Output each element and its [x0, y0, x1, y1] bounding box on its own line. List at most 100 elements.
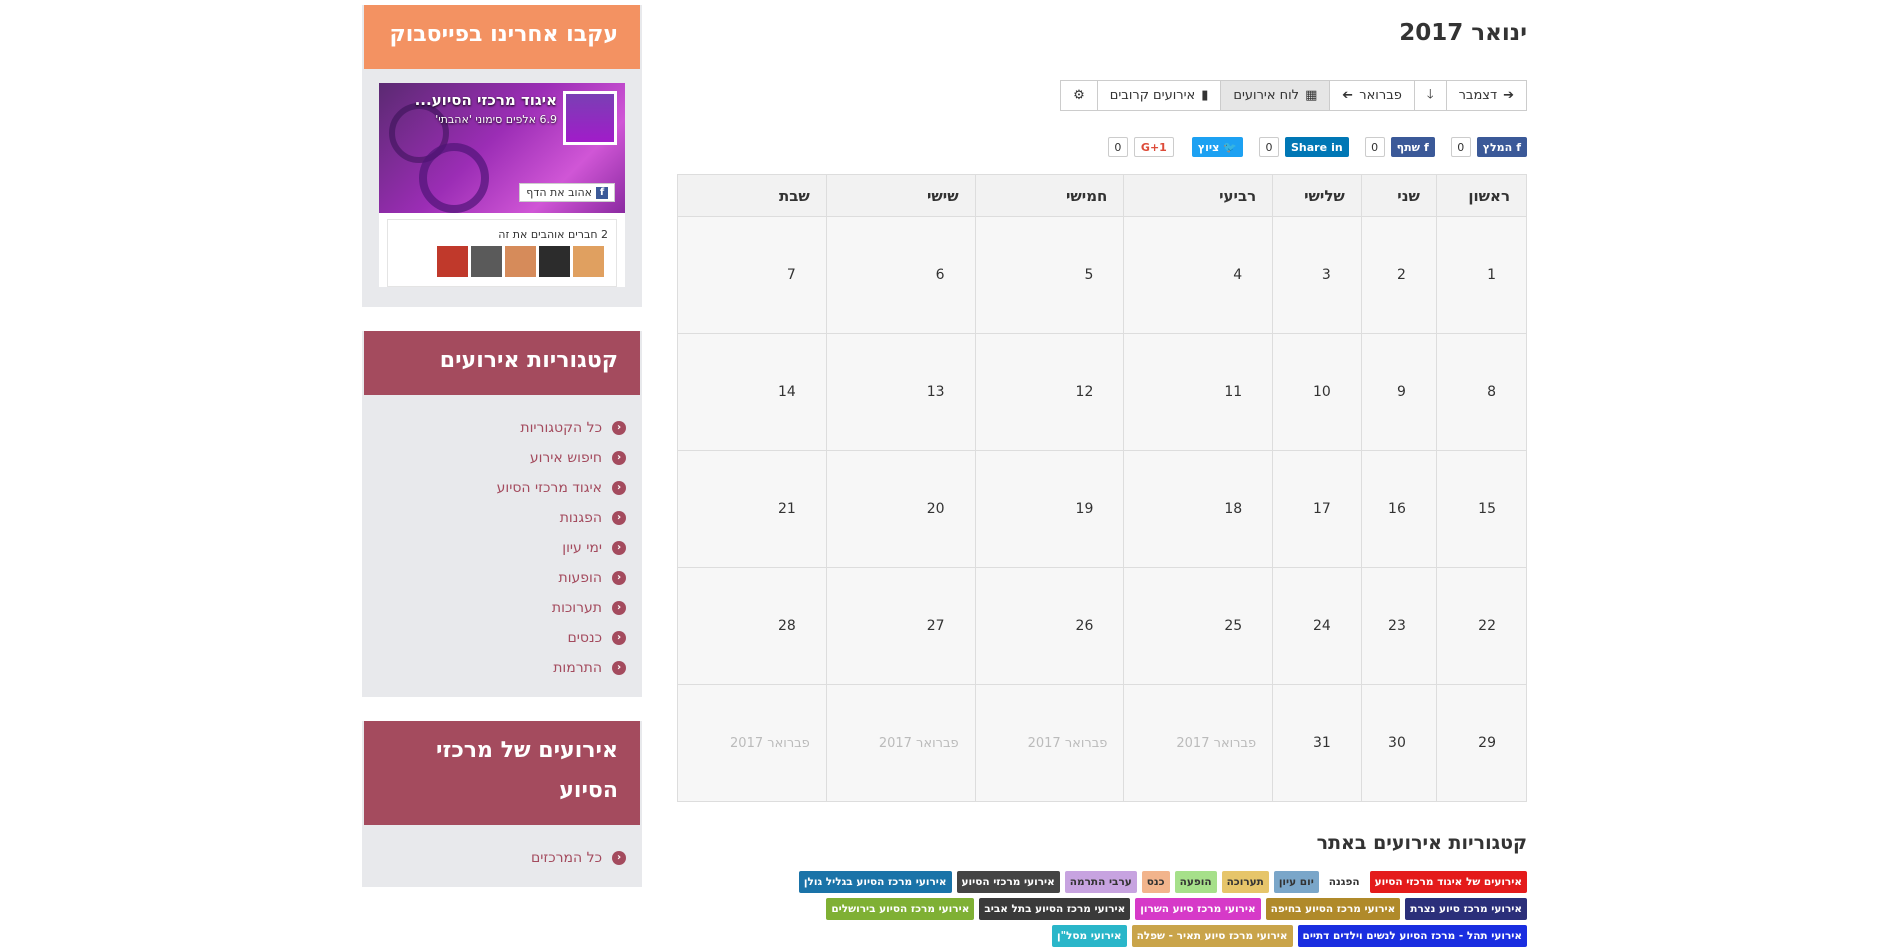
- category-tag[interactable]: אירועי מרכז הסיוע בגליל גולן: [798, 871, 952, 893]
- facebook-cover-image[interactable]: איגוד מרכזי הסיוע... 6.9 אלפים סימוני 'א…: [379, 83, 625, 213]
- calendar-view-button[interactable]: ▦ לוח אירועים: [1220, 80, 1331, 111]
- center-link-item[interactable]: ‹ כל המרכזים: [378, 843, 626, 873]
- category-link-item[interactable]: ‹ תערוכות: [378, 593, 626, 623]
- calendar-day[interactable]: 3: [1272, 216, 1362, 334]
- calendar-day[interactable]: 9: [1360, 333, 1437, 451]
- calendar-week-row: 8 9 10 11 12 13 14: [677, 333, 1528, 451]
- category-link-label: חיפוש אירוע: [529, 450, 602, 466]
- calendar-day[interactable]: 12: [974, 333, 1125, 451]
- friend-avatar[interactable]: [437, 246, 468, 277]
- calendar-day[interactable]: 10: [1272, 333, 1362, 451]
- calendar-day[interactable]: 31: [1272, 684, 1362, 802]
- calendar-day[interactable]: 20: [825, 450, 976, 568]
- calendar-day-other-month[interactable]: פברואר 2017: [1123, 684, 1274, 802]
- google-plus-button[interactable]: G+1: [1133, 137, 1174, 157]
- category-link-item[interactable]: ‹ הפגנות: [378, 503, 626, 533]
- calendar-toolbar: ➔ דצמבר 🡓 פברואר ➔ ▦ לוח אירועים ▮ אירוע…: [1060, 80, 1527, 111]
- calendar-day[interactable]: 16: [1360, 450, 1437, 568]
- calendar-day[interactable]: 2: [1360, 216, 1437, 334]
- category-tag[interactable]: אירועי תהל - מרכז הסיוע לנשים וילדים דתי…: [1297, 925, 1527, 947]
- category-tag[interactable]: הפגנה: [1323, 871, 1365, 893]
- calendar-day[interactable]: 29: [1435, 684, 1528, 802]
- friend-avatar[interactable]: [505, 246, 536, 277]
- calendar-day[interactable]: 26: [974, 567, 1125, 685]
- calendar-day[interactable]: 11: [1123, 333, 1274, 451]
- calendar-day[interactable]: 15: [1435, 450, 1528, 568]
- next-month-button[interactable]: פברואר ➔: [1329, 80, 1415, 111]
- calendar-day[interactable]: 18: [1123, 450, 1274, 568]
- calendar-day[interactable]: 27: [825, 567, 976, 685]
- category-tag[interactable]: אירועי מרכז הסיוע בירושלים: [826, 898, 975, 920]
- category-link-item[interactable]: ‹ כל הקטגוריות: [378, 413, 626, 443]
- calendar-day-other-month[interactable]: פברואר 2017: [677, 684, 827, 802]
- category-link-item[interactable]: ‹ כנסים: [378, 623, 626, 653]
- centers-events-list: ‹ כל המרכזים: [362, 825, 642, 873]
- calendar-day[interactable]: 25: [1123, 567, 1274, 685]
- settings-button[interactable]: ⚙: [1060, 80, 1098, 111]
- calendar-day-other-month[interactable]: פברואר 2017: [825, 684, 976, 802]
- category-link-label: התרמות: [553, 660, 602, 676]
- upcoming-events-button[interactable]: ▮ אירועים קרובים: [1096, 80, 1222, 111]
- friend-avatar[interactable]: [573, 246, 604, 277]
- jump-to-date-button[interactable]: 🡓: [1413, 80, 1447, 111]
- friend-avatar[interactable]: [539, 246, 570, 277]
- chevron-left-circle-icon: ‹: [612, 661, 626, 675]
- site-categories-tags: אירועים של איגוד מרכזי הסיוע הפגנה יום עיו…: [677, 871, 1527, 947]
- facebook-friend-faces: [396, 246, 608, 277]
- facebook-page-name[interactable]: איגוד מרכזי הסיוע...: [415, 91, 557, 109]
- calendar-day[interactable]: 19: [974, 450, 1125, 568]
- calendar-day[interactable]: 22: [1435, 567, 1528, 685]
- month-calendar: ראשון שני שלישי רביעי חמישי שישי שבת 123456789…: [677, 174, 1528, 802]
- calendar-day[interactable]: 28: [677, 567, 827, 685]
- category-tag[interactable]: כנס: [1141, 871, 1170, 893]
- twitter-tweet-button[interactable]: 🐦 ציוץ: [1191, 137, 1243, 157]
- category-tag[interactable]: אירועי מרכז הסיוע בחיפה: [1265, 898, 1401, 920]
- category-tag[interactable]: ערבי התרמה: [1064, 871, 1137, 893]
- calendar-day-other-month[interactable]: פברואר 2017: [974, 684, 1125, 802]
- category-tag[interactable]: הופעה: [1174, 871, 1217, 893]
- calendar-day[interactable]: 17: [1272, 450, 1362, 568]
- chevron-left-circle-icon: ‹: [612, 421, 626, 435]
- page-title: ינואר 2017: [1399, 20, 1527, 46]
- prev-month-button[interactable]: ➔ דצמבר: [1445, 80, 1527, 111]
- facebook-like-button[interactable]: f המלץ: [1476, 137, 1527, 157]
- category-link-item[interactable]: ‹ איגוד מרכזי הסיוע: [378, 473, 626, 503]
- book-icon: ▮: [1201, 88, 1209, 103]
- chevron-left-circle-icon: ‹: [612, 481, 626, 495]
- facebook-page-avatar[interactable]: [563, 91, 617, 145]
- calendar-day[interactable]: 13: [825, 333, 976, 451]
- friend-avatar[interactable]: [471, 246, 502, 277]
- calendar-day[interactable]: 4: [1123, 216, 1274, 334]
- calendar-day[interactable]: 23: [1360, 567, 1437, 685]
- category-link-item[interactable]: ‹ חיפוש אירוע: [378, 443, 626, 473]
- category-tag[interactable]: אירועי מרכז סיוע תאיר - שפלה: [1131, 925, 1293, 947]
- category-link-item[interactable]: ‹ ימי עיון: [378, 533, 626, 563]
- linkedin-share-button[interactable]: in Share: [1285, 137, 1349, 157]
- category-link-item[interactable]: ‹ התרמות: [378, 653, 626, 683]
- category-tag[interactable]: אירועי מרכזי הסיוע: [956, 871, 1060, 893]
- calendar-day[interactable]: 5: [974, 216, 1125, 334]
- calendar-day[interactable]: 1: [1435, 216, 1528, 334]
- category-tag[interactable]: יום עיון: [1273, 871, 1319, 893]
- calendar-day[interactable]: 14: [677, 333, 827, 451]
- category-tag[interactable]: אירועי מרכז סיוע השרון: [1135, 898, 1261, 920]
- category-link-item[interactable]: ‹ הופעות: [378, 563, 626, 593]
- category-tag-row: אירועי תהל - מרכז הסיוע לנשים וילדים דתי…: [677, 925, 1527, 947]
- calendar-day[interactable]: 30: [1360, 684, 1437, 802]
- calendar-day[interactable]: 24: [1272, 567, 1362, 685]
- category-tag[interactable]: אירועי מסל"ן: [1051, 925, 1127, 947]
- category-tag[interactable]: אירועי מרכז סיוע נצרת: [1405, 898, 1527, 920]
- linkedin-share-count: 0: [1259, 137, 1279, 157]
- category-tag[interactable]: אירועי מרכז הסיוע בתל אביב: [979, 898, 1131, 920]
- calendar-day[interactable]: 21: [677, 450, 827, 568]
- category-tag[interactable]: תערוכה: [1221, 871, 1269, 893]
- facebook-share-button[interactable]: f שתף: [1390, 137, 1435, 157]
- facebook-like-page-button[interactable]: f אהוב את הדף: [519, 183, 615, 202]
- arrow-down-icon: 🡓: [1426, 86, 1434, 102]
- calendar-day[interactable]: 7: [677, 216, 827, 334]
- facebook-page-plugin[interactable]: איגוד מרכזי הסיוע... 6.9 אלפים סימוני 'א…: [379, 83, 625, 287]
- calendar-day[interactable]: 8: [1435, 333, 1528, 451]
- chevron-left-circle-icon: ‹: [612, 541, 626, 555]
- calendar-day[interactable]: 6: [825, 216, 976, 334]
- category-tag[interactable]: אירועים של איגוד מרכזי הסיוע: [1369, 871, 1527, 893]
